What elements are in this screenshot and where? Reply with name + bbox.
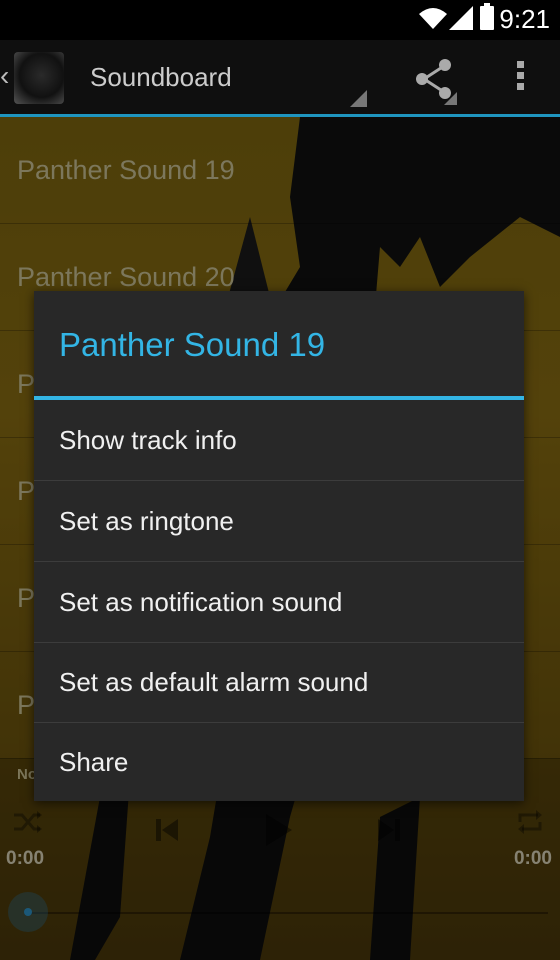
menu-item-label: Set as default alarm sound [59, 667, 369, 697]
menu-item-label: Set as notification sound [59, 587, 343, 617]
title-spinner-indicator [350, 90, 367, 107]
menu-item-set-as-alarm[interactable]: Set as default alarm sound [34, 642, 524, 723]
signal-icon [449, 6, 473, 30]
dialog-title: Panther Sound 19 [59, 326, 326, 363]
screen: Panther Sound 19 Panther Sound 20 P P P … [0, 0, 560, 960]
menu-item-label: Set as ringtone [59, 506, 234, 536]
status-bar: 9:21 [0, 0, 560, 40]
app-logo[interactable] [14, 52, 64, 104]
menu-item-set-as-ringtone[interactable]: Set as ringtone [34, 481, 524, 562]
context-menu-dialog: Panther Sound 19 Show track info Set as … [34, 291, 524, 801]
wifi-icon [419, 8, 447, 29]
app-title[interactable]: Soundboard [90, 62, 232, 93]
overflow-menu-icon[interactable] [510, 58, 530, 98]
action-bar: ‹ Soundboard [0, 40, 560, 114]
menu-item-share[interactable]: Share [34, 722, 524, 802]
menu-item-show-track-info[interactable]: Show track info [34, 400, 524, 481]
share-spinner-indicator [444, 92, 457, 105]
menu-item-set-as-notification[interactable]: Set as notification sound [34, 562, 524, 643]
up-chevron-icon[interactable]: ‹ [0, 60, 9, 92]
battery-icon [480, 3, 494, 30]
status-time: 9:21 [499, 4, 550, 34]
menu-item-label: Share [59, 747, 129, 777]
menu-item-label: Show track info [59, 425, 237, 455]
